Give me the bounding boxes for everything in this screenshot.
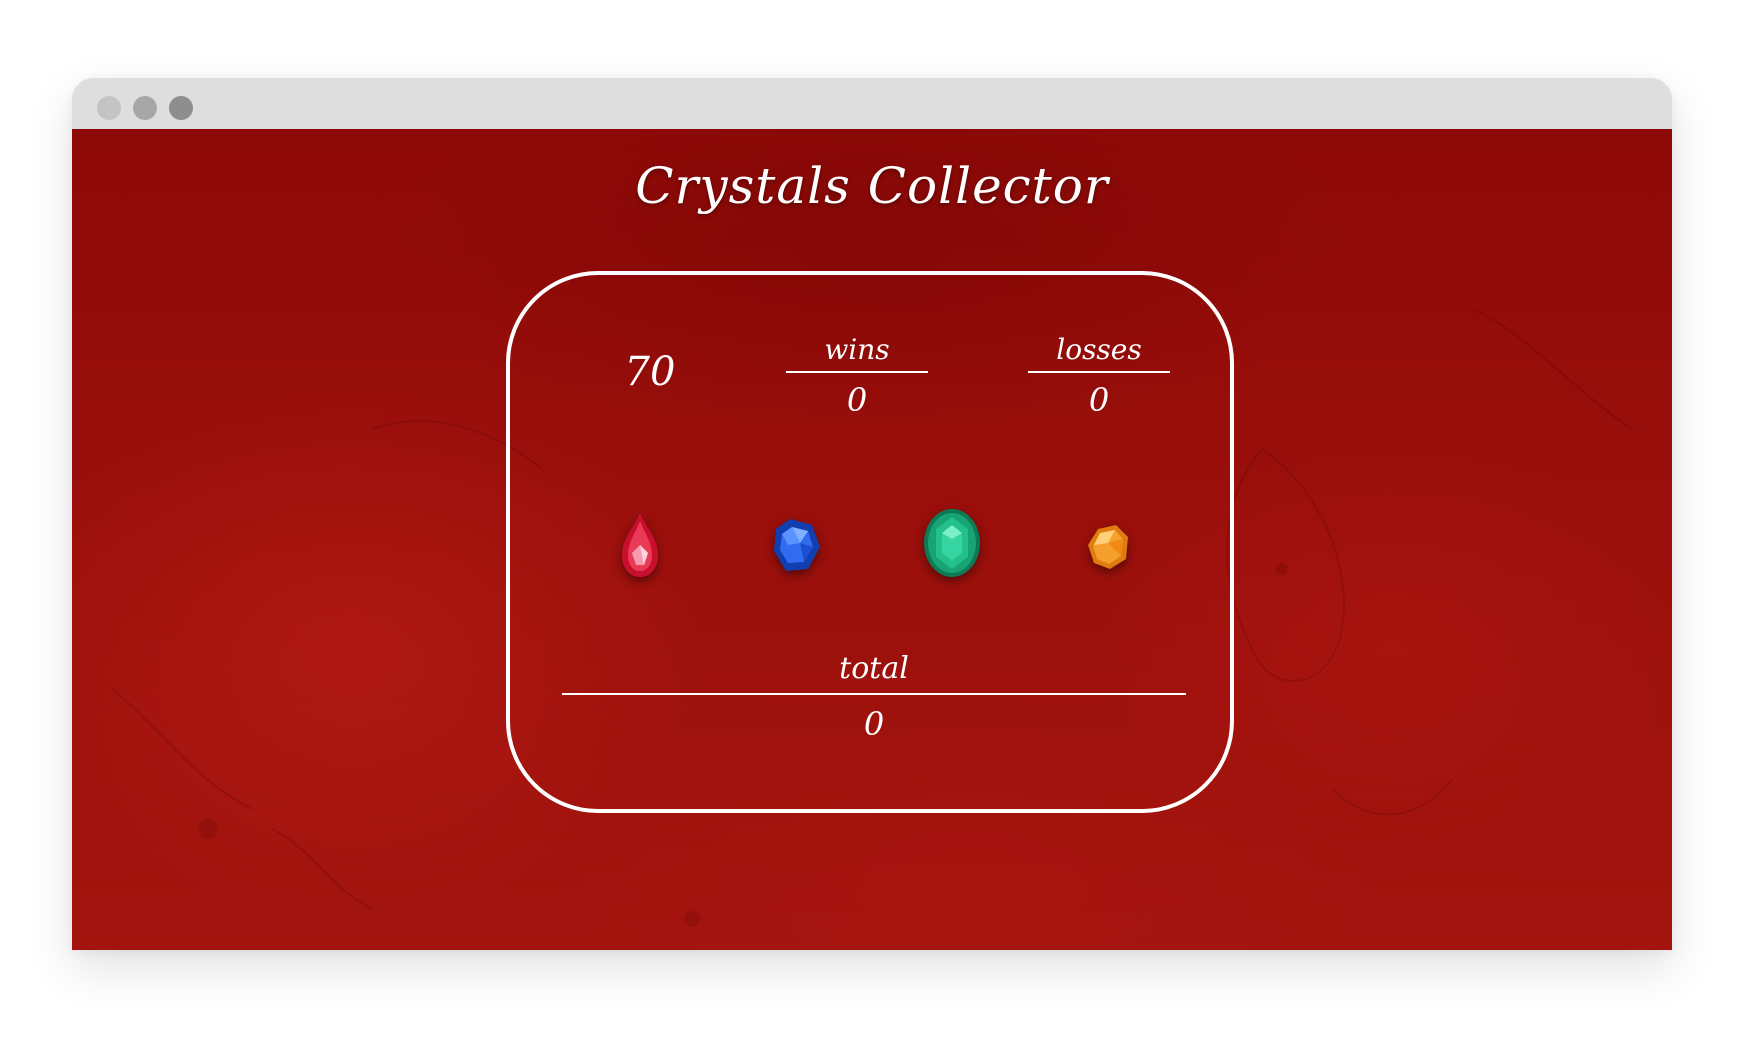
green-crystal-icon bbox=[924, 509, 980, 577]
game-page: Crystals Collector 70 wins 0 losses 0 to… bbox=[72, 129, 1672, 950]
browser-window: Crystals Collector 70 wins 0 losses 0 to… bbox=[72, 78, 1672, 950]
browser-title-bar bbox=[72, 78, 1672, 129]
green-crystal-button[interactable] bbox=[912, 503, 992, 583]
losses-value: 0 bbox=[1088, 381, 1110, 419]
red-crystal-button[interactable] bbox=[600, 505, 680, 585]
blue-crystal-icon bbox=[774, 519, 820, 571]
blue-crystal-button[interactable] bbox=[756, 505, 836, 585]
game-title: Crystals Collector bbox=[635, 157, 1109, 215]
window-close-button[interactable] bbox=[97, 96, 121, 120]
orange-crystal-button[interactable] bbox=[1068, 507, 1148, 587]
wins-value: 0 bbox=[846, 381, 868, 419]
target-number: 70 bbox=[624, 349, 676, 395]
losses-label: losses bbox=[1028, 329, 1170, 373]
wins-stat: wins 0 bbox=[786, 329, 928, 419]
game-panel: 70 wins 0 losses 0 total 0 bbox=[506, 271, 1234, 813]
wins-label: wins bbox=[786, 329, 928, 373]
total-value: 0 bbox=[863, 705, 885, 743]
red-crystal-icon bbox=[622, 513, 658, 577]
orange-crystal-icon bbox=[1088, 525, 1128, 569]
window-maximize-button[interactable] bbox=[169, 96, 193, 120]
total-stat: total 0 bbox=[562, 645, 1186, 743]
window-minimize-button[interactable] bbox=[133, 96, 157, 120]
losses-stat: losses 0 bbox=[1028, 329, 1170, 419]
total-label: total bbox=[562, 645, 1186, 695]
